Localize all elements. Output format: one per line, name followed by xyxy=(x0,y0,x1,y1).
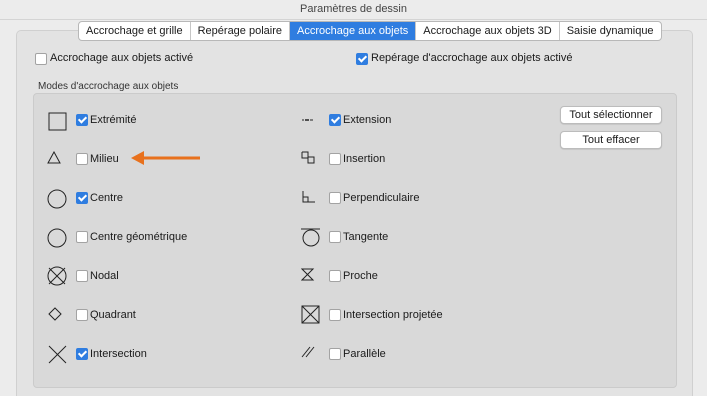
nearest-label: Proche xyxy=(343,270,378,282)
midpoint-checkbox[interactable] xyxy=(76,153,88,165)
node-checkbox[interactable] xyxy=(76,270,88,282)
window-title: Paramètres de dessin xyxy=(300,3,407,15)
apparent-intersection-label: Intersection projetée xyxy=(343,309,443,321)
squares-insertion-icon xyxy=(301,151,315,164)
perpendicular-icon xyxy=(302,191,315,203)
select-all-button[interactable]: Tout sélectionner xyxy=(560,106,662,124)
parallel-lines-icon xyxy=(301,346,315,358)
triangle-midpoint-icon xyxy=(47,151,61,164)
square-x-apparent-intersection-icon xyxy=(301,305,320,324)
circle-x-node-icon xyxy=(47,266,67,286)
osnap-on-checkbox[interactable] xyxy=(35,53,47,65)
parallel-label: Parallèle xyxy=(343,348,386,360)
node-label: Nodal xyxy=(90,270,119,282)
intersection-label: Intersection xyxy=(90,348,147,360)
tab-object-snap[interactable]: Accrochage aux objets xyxy=(289,22,416,40)
extension-checkbox[interactable] xyxy=(329,114,341,126)
tab-snap-grid[interactable]: Accrochage et grille xyxy=(79,22,190,40)
nearest-checkbox[interactable] xyxy=(329,270,341,282)
parallel-checkbox[interactable] xyxy=(329,348,341,360)
insertion-label: Insertion xyxy=(343,153,386,165)
perpendicular-label: Perpendiculaire xyxy=(343,192,420,204)
modes-group-title: Modes d'accrochage aux objets xyxy=(38,81,179,92)
dashes-extension-icon xyxy=(302,119,313,121)
tangent-checkbox[interactable] xyxy=(329,231,341,243)
quadrant-label: Quadrant xyxy=(90,309,136,321)
insertion-checkbox[interactable] xyxy=(329,153,341,165)
diamond-quadrant-icon xyxy=(48,307,62,321)
quadrant-checkbox[interactable] xyxy=(76,309,88,321)
annotation-arrow xyxy=(131,151,200,165)
tab-3d-object-snap[interactable]: Accrochage aux objets 3D xyxy=(415,22,558,40)
osnap-tracking-label: Repérage d'accrochage aux objets activé xyxy=(371,52,573,64)
endpoint-checkbox[interactable] xyxy=(76,114,88,126)
tab-polar-tracking[interactable]: Repérage polaire xyxy=(189,22,289,40)
perpendicular-checkbox[interactable] xyxy=(329,192,341,204)
circle-tangent-icon xyxy=(301,228,320,247)
title-bar: Paramètres de dessin xyxy=(0,0,707,20)
circle-center-icon xyxy=(47,189,67,209)
osnap-on-label: Accrochage aux objets activé xyxy=(50,52,194,64)
center-checkbox[interactable] xyxy=(76,192,88,204)
geometric-center-label: Centre géométrique xyxy=(90,231,188,243)
clear-all-button[interactable]: Tout effacer xyxy=(560,131,662,149)
apparent-intersection-checkbox[interactable] xyxy=(329,309,341,321)
endpoint-label: Extrémité xyxy=(90,114,137,126)
extension-label: Extension xyxy=(343,114,392,126)
intersection-checkbox[interactable] xyxy=(76,348,88,360)
osnap-tracking-checkbox[interactable] xyxy=(356,53,368,65)
circle-geometric-center-icon xyxy=(47,228,67,248)
midpoint-label: Milieu xyxy=(90,153,119,165)
tangent-label: Tangente xyxy=(343,231,389,243)
x-intersection-icon xyxy=(48,345,67,364)
geometric-center-checkbox[interactable] xyxy=(76,231,88,243)
hourglass-nearest-icon xyxy=(301,268,315,281)
tab-bar: Accrochage et grille Repérage polaire Ac… xyxy=(78,21,662,41)
center-label: Centre xyxy=(90,192,124,204)
square-endpoint-icon xyxy=(48,112,67,131)
tab-dynamic-input[interactable]: Saisie dynamique xyxy=(558,22,661,40)
